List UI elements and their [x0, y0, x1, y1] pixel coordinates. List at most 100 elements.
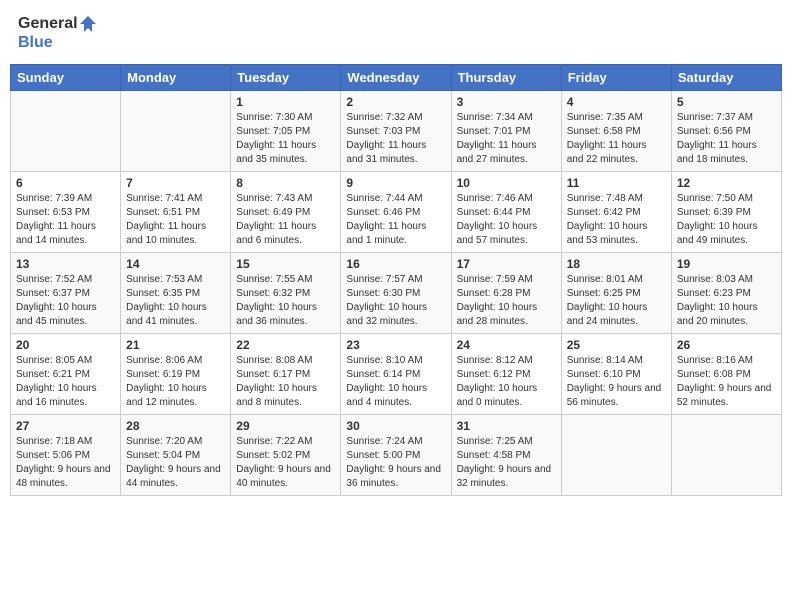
day-info: Sunrise: 8:06 AM Sunset: 6:19 PM Dayligh…	[126, 354, 225, 410]
day-info: Sunrise: 7:20 AM Sunset: 5:04 PM Dayligh…	[126, 435, 225, 491]
calendar-cell: 1Sunrise: 7:30 AM Sunset: 7:05 PM Daylig…	[231, 91, 341, 172]
day-header-sunday: Sunday	[11, 65, 121, 91]
day-info: Sunrise: 7:57 AM Sunset: 6:30 PM Dayligh…	[346, 273, 445, 329]
calendar-cell: 18Sunrise: 8:01 AM Sunset: 6:25 PM Dayli…	[561, 253, 671, 334]
day-info: Sunrise: 8:08 AM Sunset: 6:17 PM Dayligh…	[236, 354, 335, 410]
day-info: Sunrise: 7:41 AM Sunset: 6:51 PM Dayligh…	[126, 192, 225, 248]
calendar-cell: 19 Sunrise: 8:03 AM Sunset: 6:23 PM Dayli…	[671, 253, 781, 334]
calendar-cell: 2Sunrise: 7:32 AM Sunset: 7:03 PM Daylig…	[341, 91, 451, 172]
day-info: Sunrise: 7:53 AM Sunset: 6:35 PM Dayligh…	[126, 273, 225, 329]
calendar-week-1: 1Sunrise: 7:30 AM Sunset: 7:05 PM Daylig…	[11, 91, 782, 172]
day-info: Sunrise: 7:43 AM Sunset: 6:49 PM Dayligh…	[236, 192, 335, 248]
calendar-cell: 31 Sunrise: 7:25 AM Sunset: 4:58 PM Dayli…	[451, 415, 561, 496]
calendar-cell: 27 Sunrise: 7:18 AM Sunset: 5:06 PM Dayli…	[11, 415, 121, 496]
calendar-cell: 11 Sunrise: 7:48 AM Sunset: 6:42 PM Dayli…	[561, 172, 671, 253]
calendar-cell: 24Sunrise: 8:12 AM Sunset: 6:12 PM Dayli…	[451, 334, 561, 415]
day-header-monday: Monday	[121, 65, 231, 91]
day-number: 29	[236, 419, 335, 433]
calendar-header-row: SundayMondayTuesdayWednesdayThursdayFrid…	[11, 65, 782, 91]
day-header-saturday: Saturday	[671, 65, 781, 91]
calendar-cell: 4Sunrise: 7:35 AM Sunset: 6:58 PM Daylig…	[561, 91, 671, 172]
logo: General Blue	[18, 14, 98, 52]
day-number: 6	[16, 176, 115, 190]
day-info: Sunrise: 7:48 AM Sunset: 6:42 PM Dayligh…	[567, 192, 666, 248]
calendar-cell: 5 Sunrise: 7:37 AM Sunset: 6:56 PM Daylig…	[671, 91, 781, 172]
logo-general: General	[18, 15, 78, 33]
day-number: 9	[346, 176, 445, 190]
calendar-week-2: 6 Sunrise: 7:39 AM Sunset: 6:53 PM Daylig…	[11, 172, 782, 253]
calendar-cell	[561, 415, 671, 496]
day-number: 17	[457, 257, 556, 271]
logo-blue: Blue	[18, 34, 53, 52]
day-number: 31	[457, 419, 556, 433]
calendar-cell: 13Sunrise: 7:52 AM Sunset: 6:37 PM Dayli…	[11, 253, 121, 334]
calendar-cell: 30 Sunrise: 7:24 AM Sunset: 5:00 PM Dayli…	[341, 415, 451, 496]
day-number: 23	[346, 338, 445, 352]
day-number: 3	[457, 95, 556, 109]
day-info: Sunrise: 7:44 AM Sunset: 6:46 PM Dayligh…	[346, 192, 445, 248]
day-number: 10	[457, 176, 556, 190]
day-info: Sunrise: 7:59 AM Sunset: 6:28 PM Dayligh…	[457, 273, 556, 329]
day-info: Sunrise: 8:16 AM Sunset: 6:08 PM Dayligh…	[677, 354, 776, 410]
day-number: 20	[16, 338, 115, 352]
day-number: 19	[677, 257, 776, 271]
day-info: Sunrise: 7:30 AM Sunset: 7:05 PM Dayligh…	[236, 111, 335, 167]
day-number: 2	[346, 95, 445, 109]
calendar-cell: 12 Sunrise: 7:50 AM Sunset: 6:39 PM Dayli…	[671, 172, 781, 253]
calendar-cell: 20 Sunrise: 8:05 AM Sunset: 6:21 PM Dayli…	[11, 334, 121, 415]
day-info: Sunrise: 8:03 AM Sunset: 6:23 PM Dayligh…	[677, 273, 776, 329]
calendar-cell: 14 Sunrise: 7:53 AM Sunset: 6:35 PM Dayli…	[121, 253, 231, 334]
calendar-cell	[671, 415, 781, 496]
calendar-cell	[11, 91, 121, 172]
day-number: 7	[126, 176, 225, 190]
calendar-cell	[121, 91, 231, 172]
day-number: 11	[567, 176, 666, 190]
day-info: Sunrise: 8:14 AM Sunset: 6:10 PM Dayligh…	[567, 354, 666, 410]
logo-bird-icon	[78, 14, 98, 34]
calendar-week-5: 27 Sunrise: 7:18 AM Sunset: 5:06 PM Dayli…	[11, 415, 782, 496]
calendar-week-3: 13Sunrise: 7:52 AM Sunset: 6:37 PM Dayli…	[11, 253, 782, 334]
day-number: 14	[126, 257, 225, 271]
day-info: Sunrise: 7:18 AM Sunset: 5:06 PM Dayligh…	[16, 435, 115, 491]
day-info: Sunrise: 7:52 AM Sunset: 6:37 PM Dayligh…	[16, 273, 115, 329]
calendar-cell: 8Sunrise: 7:43 AM Sunset: 6:49 PM Daylig…	[231, 172, 341, 253]
calendar-cell: 17 Sunrise: 7:59 AM Sunset: 6:28 PM Dayli…	[451, 253, 561, 334]
calendar-cell: 6 Sunrise: 7:39 AM Sunset: 6:53 PM Daylig…	[11, 172, 121, 253]
day-number: 4	[567, 95, 666, 109]
day-number: 26	[677, 338, 776, 352]
day-header-tuesday: Tuesday	[231, 65, 341, 91]
day-info: Sunrise: 7:50 AM Sunset: 6:39 PM Dayligh…	[677, 192, 776, 248]
day-header-wednesday: Wednesday	[341, 65, 451, 91]
day-number: 5	[677, 95, 776, 109]
day-number: 30	[346, 419, 445, 433]
day-number: 12	[677, 176, 776, 190]
day-info: Sunrise: 7:39 AM Sunset: 6:53 PM Dayligh…	[16, 192, 115, 248]
calendar-cell: 15 Sunrise: 7:55 AM Sunset: 6:32 PM Dayli…	[231, 253, 341, 334]
day-info: Sunrise: 7:25 AM Sunset: 4:58 PM Dayligh…	[457, 435, 556, 491]
calendar-cell: 16 Sunrise: 7:57 AM Sunset: 6:30 PM Dayli…	[341, 253, 451, 334]
calendar-cell: 9 Sunrise: 7:44 AM Sunset: 6:46 PM Daylig…	[341, 172, 451, 253]
day-number: 27	[16, 419, 115, 433]
day-number: 15	[236, 257, 335, 271]
day-header-thursday: Thursday	[451, 65, 561, 91]
day-number: 24	[457, 338, 556, 352]
day-number: 16	[346, 257, 445, 271]
day-info: Sunrise: 7:24 AM Sunset: 5:00 PM Dayligh…	[346, 435, 445, 491]
day-info: Sunrise: 7:37 AM Sunset: 6:56 PM Dayligh…	[677, 111, 776, 167]
calendar-cell: 21 Sunrise: 8:06 AM Sunset: 6:19 PM Dayli…	[121, 334, 231, 415]
calendar-cell: 7 Sunrise: 7:41 AM Sunset: 6:51 PM Daylig…	[121, 172, 231, 253]
day-info: Sunrise: 7:46 AM Sunset: 6:44 PM Dayligh…	[457, 192, 556, 248]
calendar-header: General Blue	[10, 10, 782, 56]
day-info: Sunrise: 8:10 AM Sunset: 6:14 PM Dayligh…	[346, 354, 445, 410]
calendar-cell: 28 Sunrise: 7:20 AM Sunset: 5:04 PM Dayli…	[121, 415, 231, 496]
day-info: Sunrise: 8:05 AM Sunset: 6:21 PM Dayligh…	[16, 354, 115, 410]
calendar-table: SundayMondayTuesdayWednesdayThursdayFrid…	[10, 64, 782, 496]
day-number: 21	[126, 338, 225, 352]
calendar-cell: 3Sunrise: 7:34 AM Sunset: 7:01 PM Daylig…	[451, 91, 561, 172]
day-info: Sunrise: 7:55 AM Sunset: 6:32 PM Dayligh…	[236, 273, 335, 329]
day-number: 22	[236, 338, 335, 352]
day-number: 28	[126, 419, 225, 433]
day-info: Sunrise: 7:22 AM Sunset: 5:02 PM Dayligh…	[236, 435, 335, 491]
day-number: 18	[567, 257, 666, 271]
day-header-friday: Friday	[561, 65, 671, 91]
